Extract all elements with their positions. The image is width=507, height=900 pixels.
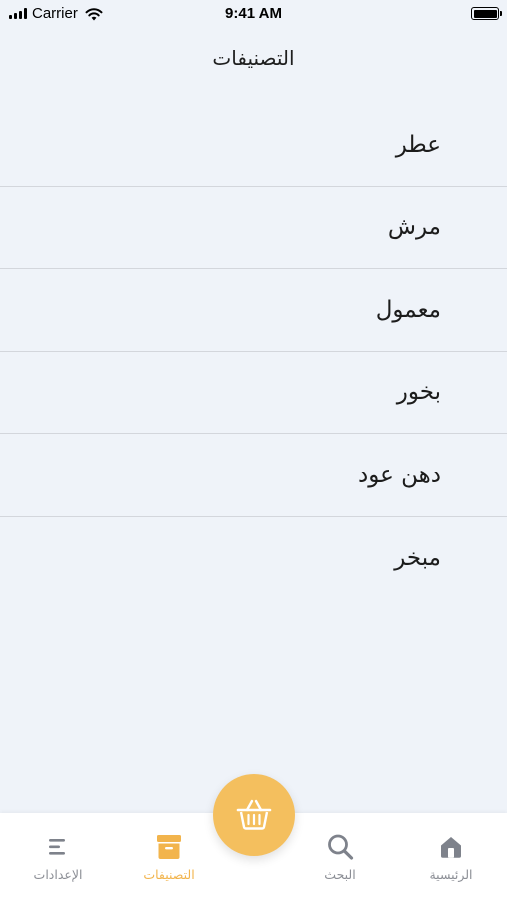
basket-icon	[236, 799, 272, 830]
category-label: مرش	[387, 214, 441, 241]
category-item[interactable]: مبخر	[0, 517, 507, 600]
tab-home[interactable]: الرئيسية	[396, 833, 506, 882]
categories-screen: Carrier 9:41 AM التصنيفات عطر مرش معمول …	[0, 0, 507, 900]
category-item[interactable]: مرش	[0, 187, 507, 269]
status-time: 9:41 AM	[225, 5, 282, 22]
category-item[interactable]: بخور	[0, 352, 507, 434]
tab-categories[interactable]: التصنيفات	[114, 833, 224, 882]
home-icon	[441, 837, 461, 858]
category-label: دهن عود	[357, 461, 441, 488]
category-label: عطر	[395, 131, 441, 158]
menu-icon	[49, 839, 65, 855]
category-label: معمول	[375, 296, 441, 323]
archive-box-icon	[157, 835, 181, 859]
tab-search-label: البحث	[324, 867, 356, 882]
category-list: عطر مرش معمول بخور دهن عود مبخر	[0, 104, 507, 599]
tab-search[interactable]: البحث	[285, 833, 395, 882]
page-title: التصنيفات	[212, 46, 295, 70]
status-bar: Carrier 9:41 AM	[0, 0, 507, 28]
category-label: بخور	[396, 379, 441, 406]
search-icon	[328, 834, 354, 860]
tab-settings-label: الإعدادات	[33, 867, 83, 882]
cart-button[interactable]	[213, 774, 295, 856]
tab-categories-label: التصنيفات	[143, 867, 195, 882]
category-label: مبخر	[394, 544, 441, 571]
category-item[interactable]: معمول	[0, 269, 507, 352]
battery-icon	[471, 7, 502, 20]
tab-settings[interactable]: الإعدادات	[3, 833, 113, 882]
category-item[interactable]: دهن عود	[0, 434, 507, 517]
category-item[interactable]: عطر	[0, 104, 507, 187]
tab-home-label: الرئيسية	[429, 867, 473, 882]
